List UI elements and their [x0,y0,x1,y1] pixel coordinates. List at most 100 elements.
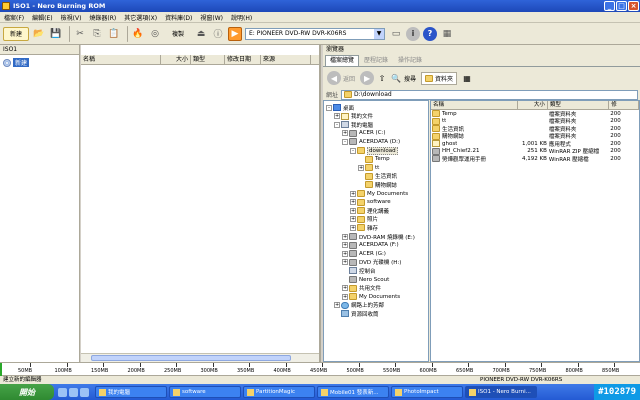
start-button[interactable]: 開始 [0,384,54,400]
erase-disc-icon[interactable]: ◎ [148,27,162,41]
media-icon[interactable] [80,387,89,397]
folders-button[interactable]: 資料夾 [421,71,458,85]
tree-node-label: ACER (G:) [359,250,386,257]
expand-icon[interactable]: + [358,164,364,171]
ruler-label: 100MB [54,368,72,374]
desktop-icon[interactable] [69,387,78,397]
column-header[interactable]: 大小 [161,55,191,64]
column-header[interactable]: 修 [609,101,639,109]
menu-item[interactable]: 說明(H) [231,13,252,22]
menu-item[interactable]: 檢視(V) [61,13,82,22]
column-header[interactable]: 類型 [548,101,610,109]
expand-icon[interactable]: + [334,302,340,309]
collapse-icon[interactable]: - [334,121,340,128]
expand-icon[interactable]: + [342,293,348,300]
new-compilation-button[interactable]: 新建 [3,26,29,41]
expand-icon[interactable]: + [334,113,340,120]
expand-icon[interactable]: + [350,199,356,206]
search-icon[interactable]: 🔍 [390,72,402,84]
cut-icon[interactable]: ✂ [73,27,87,41]
burn-button[interactable]: ▶ [228,26,242,41]
close-button[interactable]: × [628,1,639,11]
menu-item[interactable]: 其它選項(X) [124,13,157,22]
expand-icon[interactable]: + [342,250,348,257]
expand-icon[interactable]: + [342,259,348,266]
scrollbar-thumb[interactable] [91,355,291,361]
collapse-icon[interactable]: - [326,104,332,111]
expand-icon[interactable]: + [350,190,356,197]
search-label[interactable]: 搜尋 [404,74,416,83]
column-header[interactable]: 大小 [518,101,548,109]
expand-icon[interactable]: + [342,130,348,137]
file-name: tt [431,117,518,125]
compilation-root[interactable]: 新建 [3,58,79,67]
collapse-icon[interactable]: - [350,147,356,154]
taskbar-button[interactable]: Mobile01 發表新... [317,386,389,398]
folder-icon [432,132,440,140]
column-header[interactable]: 修改日期 [225,55,261,64]
address-input[interactable]: D:\download [341,89,638,100]
folder-icon [357,190,365,197]
menu-item[interactable]: 視窗(W) [200,13,223,22]
ie-icon[interactable] [58,387,67,397]
up-folder-icon[interactable]: ⇧ [376,72,388,84]
tree-node-label: 理化講義 [367,208,390,215]
column-header[interactable]: 名稱 [81,55,161,64]
ruler-label: 600MB [419,368,437,374]
column-header[interactable]: 名稱 [431,101,519,109]
taskbar-button[interactable]: 我的電腦 [95,386,167,398]
burn-flame-icon[interactable]: 🔥 [131,27,145,41]
open-folder-icon[interactable]: 📂 [32,27,46,41]
browser-file-list[interactable]: 名稱 大小 類型修 Temp 檔案資料夾 200 tt 檔案資料夾 200 生活資訊 檔案資料夾 2… [430,100,640,362]
browser-tab[interactable]: 操作記錄 [393,55,427,66]
save-icon[interactable]: 💾 [49,27,63,41]
menu-item[interactable]: 編輯(E) [32,13,52,22]
back-arrow-icon[interactable]: ◀ [327,71,341,85]
expand-icon[interactable]: + [342,285,348,292]
drive-select[interactable]: E: PIONEER DVD-RW DVR-K06RS ▼ [245,27,385,40]
copy-icon[interactable]: ⎘ [90,27,104,41]
info-disc-icon[interactable]: ⓘ [211,27,225,41]
folder-icon [357,198,365,206]
menu-item[interactable]: 檔案(F) [4,13,24,22]
eject-icon[interactable]: ⏏ [194,27,208,41]
browser-tab[interactable]: 歷程記錄 [359,55,393,66]
tree-node[interactable]: 資源回收筒 [334,309,379,318]
folder-tree[interactable]: - 桌面 + 我的文件 - 我的電腦 + ACER (C:) - ACERDATA (D:) - do… [323,100,429,362]
back-label[interactable]: 返回 [343,74,355,83]
paste-icon[interactable]: 📋 [107,27,121,41]
expand-icon[interactable]: + [350,216,356,223]
menu-item[interactable]: 資料庫(D) [165,13,192,22]
help-icon[interactable]: ? [423,26,437,41]
tree-node-label: DVD 光碟機 (H:) [359,260,402,267]
taskbar-button[interactable]: PartitionMagic [243,386,315,398]
minimize-button[interactable]: _ [604,1,615,11]
taskbar-button[interactable]: ISO1 - Nero Burni... [465,386,537,398]
maximize-button[interactable]: □ [616,1,627,11]
column-header[interactable]: 來源 [261,55,311,64]
ruler-tick [103,363,104,367]
file-row[interactable]: 勞燁觀眾運用手冊 4,192 KB WinRAR 壓縮檔 200 [431,155,639,163]
tree-node-label: ACERDATA (D:) [359,138,401,145]
expand-icon[interactable]: + [342,242,348,249]
browser-tab[interactable]: 檔案總覽 [325,55,360,66]
drive-icon[interactable]: ▭ [389,27,403,41]
copy-disc-button[interactable]: 複製 [165,27,191,41]
expand-icon[interactable]: + [350,207,356,214]
taskbar-button[interactable]: PhotoImpact [391,386,463,398]
view-grid-icon[interactable]: ▦ [461,72,473,84]
about-icon[interactable]: i [406,26,420,41]
expand-icon[interactable]: + [350,224,356,231]
forward-arrow-icon[interactable]: ▶ [360,71,375,85]
ruler-tick [358,363,360,367]
ruler-label: 550MB [383,368,401,374]
expand-icon[interactable]: + [342,233,348,240]
taskbar-button[interactable]: software [169,386,241,398]
ruler-tick [614,363,615,367]
menu-item[interactable]: 燒錄器(R) [89,13,116,22]
horizontal-scrollbar[interactable] [81,353,319,362]
options-icon[interactable]: ▦ [440,27,454,41]
column-header[interactable]: 類型 [191,55,225,64]
collapse-icon[interactable]: - [342,138,348,145]
app-icon [469,388,476,396]
